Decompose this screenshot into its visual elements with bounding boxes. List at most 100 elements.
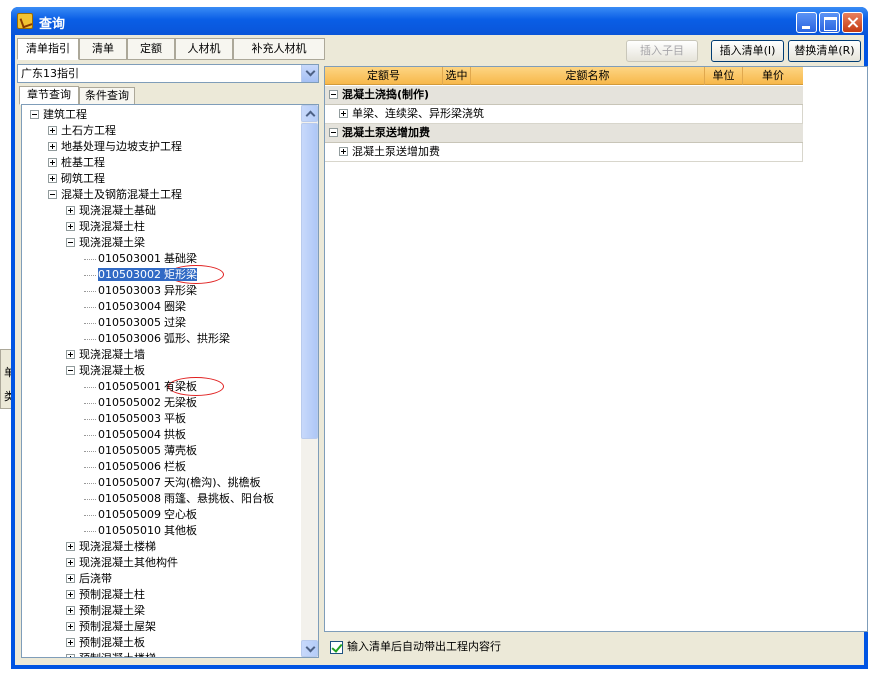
scroll-thumb[interactable] <box>301 123 318 439</box>
tab-list[interactable]: 清单 <box>79 38 127 60</box>
grid-item-row[interactable]: 混凝土泵送增加费 <box>325 143 803 162</box>
expand-icon[interactable] <box>66 621 75 631</box>
tree-node[interactable]: 建筑工程 <box>30 107 87 123</box>
tree-node[interactable]: 混凝土及钢筋混凝土工程 <box>48 187 182 203</box>
expand-icon[interactable] <box>48 173 57 183</box>
tree-leaf-item[interactable]: 010503002 矩形梁 <box>84 267 197 283</box>
tree-node[interactable]: 桩基工程 <box>48 155 105 171</box>
column-header-quota-no[interactable]: 定额号 <box>325 67 443 85</box>
expand-icon[interactable] <box>66 653 75 657</box>
tab-chapter-query[interactable]: 章节查询 <box>19 86 79 105</box>
column-header-unit[interactable]: 单位 <box>705 67 743 85</box>
expand-icon[interactable] <box>66 589 75 599</box>
expand-icon[interactable] <box>48 157 57 167</box>
collapse-icon[interactable] <box>329 127 338 137</box>
tab-materials[interactable]: 人材机 <box>175 38 233 60</box>
collapse-icon[interactable] <box>48 189 57 199</box>
tree-node[interactable]: 后浇带 <box>66 571 112 587</box>
tree-leaf-item[interactable]: 010505009 空心板 <box>84 507 197 523</box>
expand-icon[interactable] <box>48 141 57 151</box>
tree-connector <box>84 450 96 452</box>
grid-group-row[interactable]: 混凝土浇捣(制作) <box>325 86 803 105</box>
quota-grid[interactable]: 定额号 选中 定额名称 单位 单价 混凝土浇捣(制作) 单梁、连续梁、异形梁浇筑混… <box>324 66 868 632</box>
item-text: 010505006 栏板 <box>98 460 186 473</box>
title-bar[interactable]: 查询 <box>11 7 868 35</box>
dropdown-arrow-icon[interactable] <box>301 65 318 82</box>
collapse-icon[interactable] <box>329 89 338 99</box>
expand-icon[interactable] <box>48 125 57 135</box>
expand-icon[interactable] <box>66 557 75 567</box>
checkbox-checked-icon[interactable] <box>330 640 343 654</box>
item-code: 010505003 <box>98 412 161 425</box>
tree-leaf-item[interactable]: 010503001 基础梁 <box>84 251 197 267</box>
expand-icon[interactable] <box>66 605 75 615</box>
tree-leaf-item[interactable]: 010505003 平板 <box>84 411 186 427</box>
collapse-icon[interactable] <box>66 365 75 375</box>
column-header-selected[interactable]: 选中 <box>443 67 471 85</box>
tree-node[interactable]: 预制混凝土柱 <box>66 587 145 603</box>
tree-node-label: 现浇混凝土板 <box>79 364 145 377</box>
tree-connector <box>84 466 96 468</box>
guide-dropdown[interactable]: 广东13指引 <box>17 64 319 83</box>
tree-node[interactable]: 现浇混凝土墙 <box>66 347 145 363</box>
expand-icon[interactable] <box>66 637 75 647</box>
tree-node[interactable]: 现浇混凝土梁 <box>66 235 145 251</box>
tree-node[interactable]: 砌筑工程 <box>48 171 105 187</box>
tree-node[interactable]: 预制混凝土梁 <box>66 603 145 619</box>
tree-scrollbar[interactable] <box>301 105 318 657</box>
tree-node[interactable]: 预制混凝土楼梯 <box>66 651 156 657</box>
minimize-button[interactable] <box>796 12 817 33</box>
scroll-up-arrow-icon[interactable] <box>301 105 318 122</box>
tree-leaf-item[interactable]: 010503005 过梁 <box>84 315 186 331</box>
tree-leaf-item[interactable]: 010505008 雨篷、悬挑板、阳台板 <box>84 491 274 507</box>
tree-leaf-item[interactable]: 010505001 有梁板 <box>84 379 197 395</box>
column-header-quota-name[interactable]: 定额名称 <box>471 67 705 85</box>
tab-supplementary-materials[interactable]: 补充人材机 <box>233 38 325 60</box>
scroll-down-arrow-icon[interactable] <box>301 640 318 657</box>
expand-icon[interactable] <box>66 541 75 551</box>
expand-icon[interactable] <box>66 205 75 215</box>
column-header-price[interactable]: 单价 <box>743 67 803 85</box>
insert-child-button[interactable]: 插入子目 <box>626 40 698 62</box>
tree-leaf-item[interactable]: 010505006 栏板 <box>84 459 186 475</box>
maximize-button[interactable] <box>819 12 840 33</box>
grid-group-row[interactable]: 混凝土泵送增加费 <box>325 124 803 143</box>
tree-node[interactable]: 土石方工程 <box>48 123 116 139</box>
tree-node[interactable]: 现浇混凝土其他构件 <box>66 555 178 571</box>
replace-list-button[interactable]: 替换清单(R) <box>788 40 861 62</box>
tree-node[interactable]: 现浇混凝土基础 <box>66 203 156 219</box>
tree-connector <box>84 338 96 340</box>
tree-leaf-item[interactable]: 010503004 圈梁 <box>84 299 186 315</box>
tab-list-guide[interactable]: 清单指引 <box>17 38 79 60</box>
item-text: 010505007 天沟(檐沟)、挑檐板 <box>98 476 261 489</box>
tree-node[interactable]: 预制混凝土板 <box>66 635 145 651</box>
expand-icon[interactable] <box>66 573 75 583</box>
tree-leaf-item[interactable]: 010505010 其他板 <box>84 523 197 539</box>
tab-condition-query[interactable]: 条件查询 <box>79 87 135 105</box>
tab-quota[interactable]: 定额 <box>127 38 175 60</box>
expand-icon[interactable] <box>339 108 348 118</box>
close-button[interactable] <box>842 12 863 33</box>
expand-icon[interactable] <box>66 221 75 231</box>
tree-leaf-item[interactable]: 010505004 拱板 <box>84 427 186 443</box>
tree-leaf-item[interactable]: 010503003 异形梁 <box>84 283 197 299</box>
chapter-tree[interactable]: 建筑工程 土石方工程 地基处理与边坡支护工程 桩基工程 砌筑工程 混凝土及钢筋混凝土工程现… <box>21 104 319 658</box>
tree-node[interactable]: 现浇混凝土柱 <box>66 219 145 235</box>
collapse-icon[interactable] <box>66 237 75 247</box>
tree-leaf-item[interactable]: 010505007 天沟(檐沟)、挑檐板 <box>84 475 261 491</box>
collapse-icon[interactable] <box>30 109 39 119</box>
tree-node[interactable]: 现浇混凝土板 <box>66 363 145 379</box>
expand-icon[interactable] <box>339 146 348 156</box>
grid-item-row[interactable]: 单梁、连续梁、异形梁浇筑 <box>325 105 803 124</box>
auto-content-checkbox[interactable]: 输入清单后自动带出工程内容行 <box>330 639 501 655</box>
expand-icon[interactable] <box>66 349 75 359</box>
tree-node[interactable]: 现浇混凝土楼梯 <box>66 539 156 555</box>
insert-list-button[interactable]: 插入清单(I) <box>711 40 784 62</box>
tree-node[interactable]: 预制混凝土屋架 <box>66 619 156 635</box>
tree-node-label: 现浇混凝土其他构件 <box>79 556 178 569</box>
group-title: 混凝土浇捣(制作) <box>342 88 430 101</box>
tree-leaf-item[interactable]: 010505005 薄壳板 <box>84 443 197 459</box>
tree-leaf-item[interactable]: 010505002 无梁板 <box>84 395 197 411</box>
tree-node[interactable]: 地基处理与边坡支护工程 <box>48 139 182 155</box>
tree-leaf-item[interactable]: 010503006 弧形、拱形梁 <box>84 331 230 347</box>
